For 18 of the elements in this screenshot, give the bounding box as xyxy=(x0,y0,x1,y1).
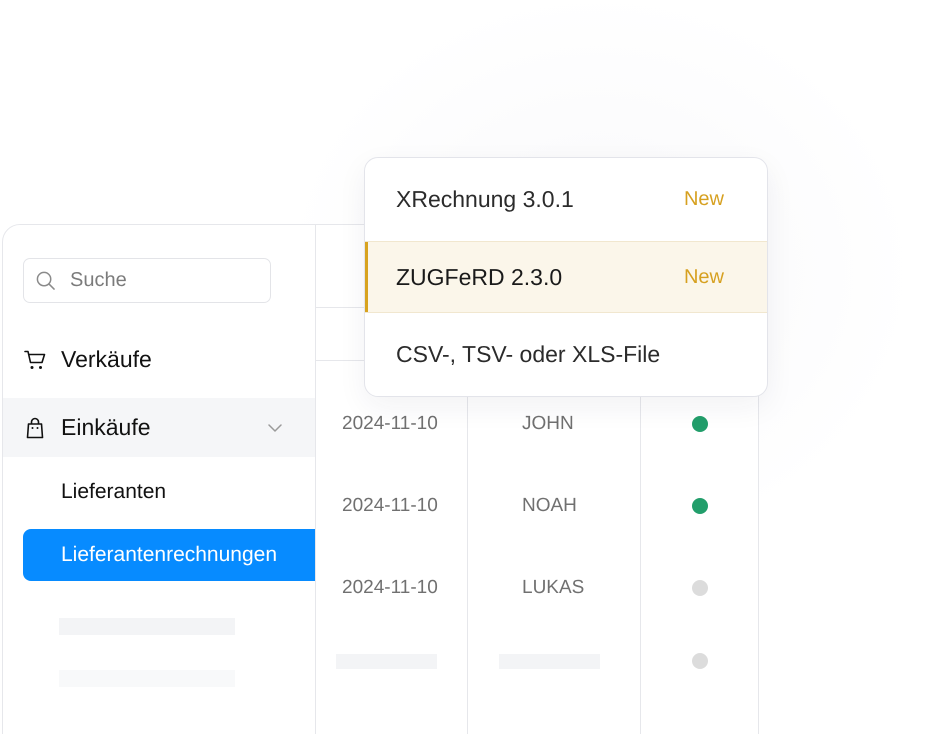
nav-item[interactable]: Verkäufe xyxy=(3,330,315,389)
search-field[interactable]: Suche xyxy=(23,258,271,303)
name-text: JOHN xyxy=(522,413,574,435)
menu-item[interactable]: ZUGFeRD 2.3.0 New xyxy=(365,241,767,313)
nav-subitem[interactable]: Lieferanten xyxy=(23,465,315,519)
new-label: New xyxy=(684,266,724,288)
menu-item[interactable]: CSV-, TSV- oder XLS-File xyxy=(365,313,767,396)
menu-item[interactable]: XRechnung 3.0.1 New xyxy=(365,158,767,241)
shopping-bag-icon xyxy=(26,416,44,438)
date-text: 2024-11-10 xyxy=(342,495,438,517)
new-label: New xyxy=(684,188,724,211)
name-text: LUKAS xyxy=(522,577,584,599)
date-text: 2024-11-10 xyxy=(342,413,438,435)
cart-icon xyxy=(24,350,46,370)
name-text: NOAH xyxy=(522,495,577,517)
date-text: 2024-11-10 xyxy=(342,577,438,599)
nav-item[interactable]: Einkäufe xyxy=(3,398,315,457)
search-icon xyxy=(36,271,55,290)
